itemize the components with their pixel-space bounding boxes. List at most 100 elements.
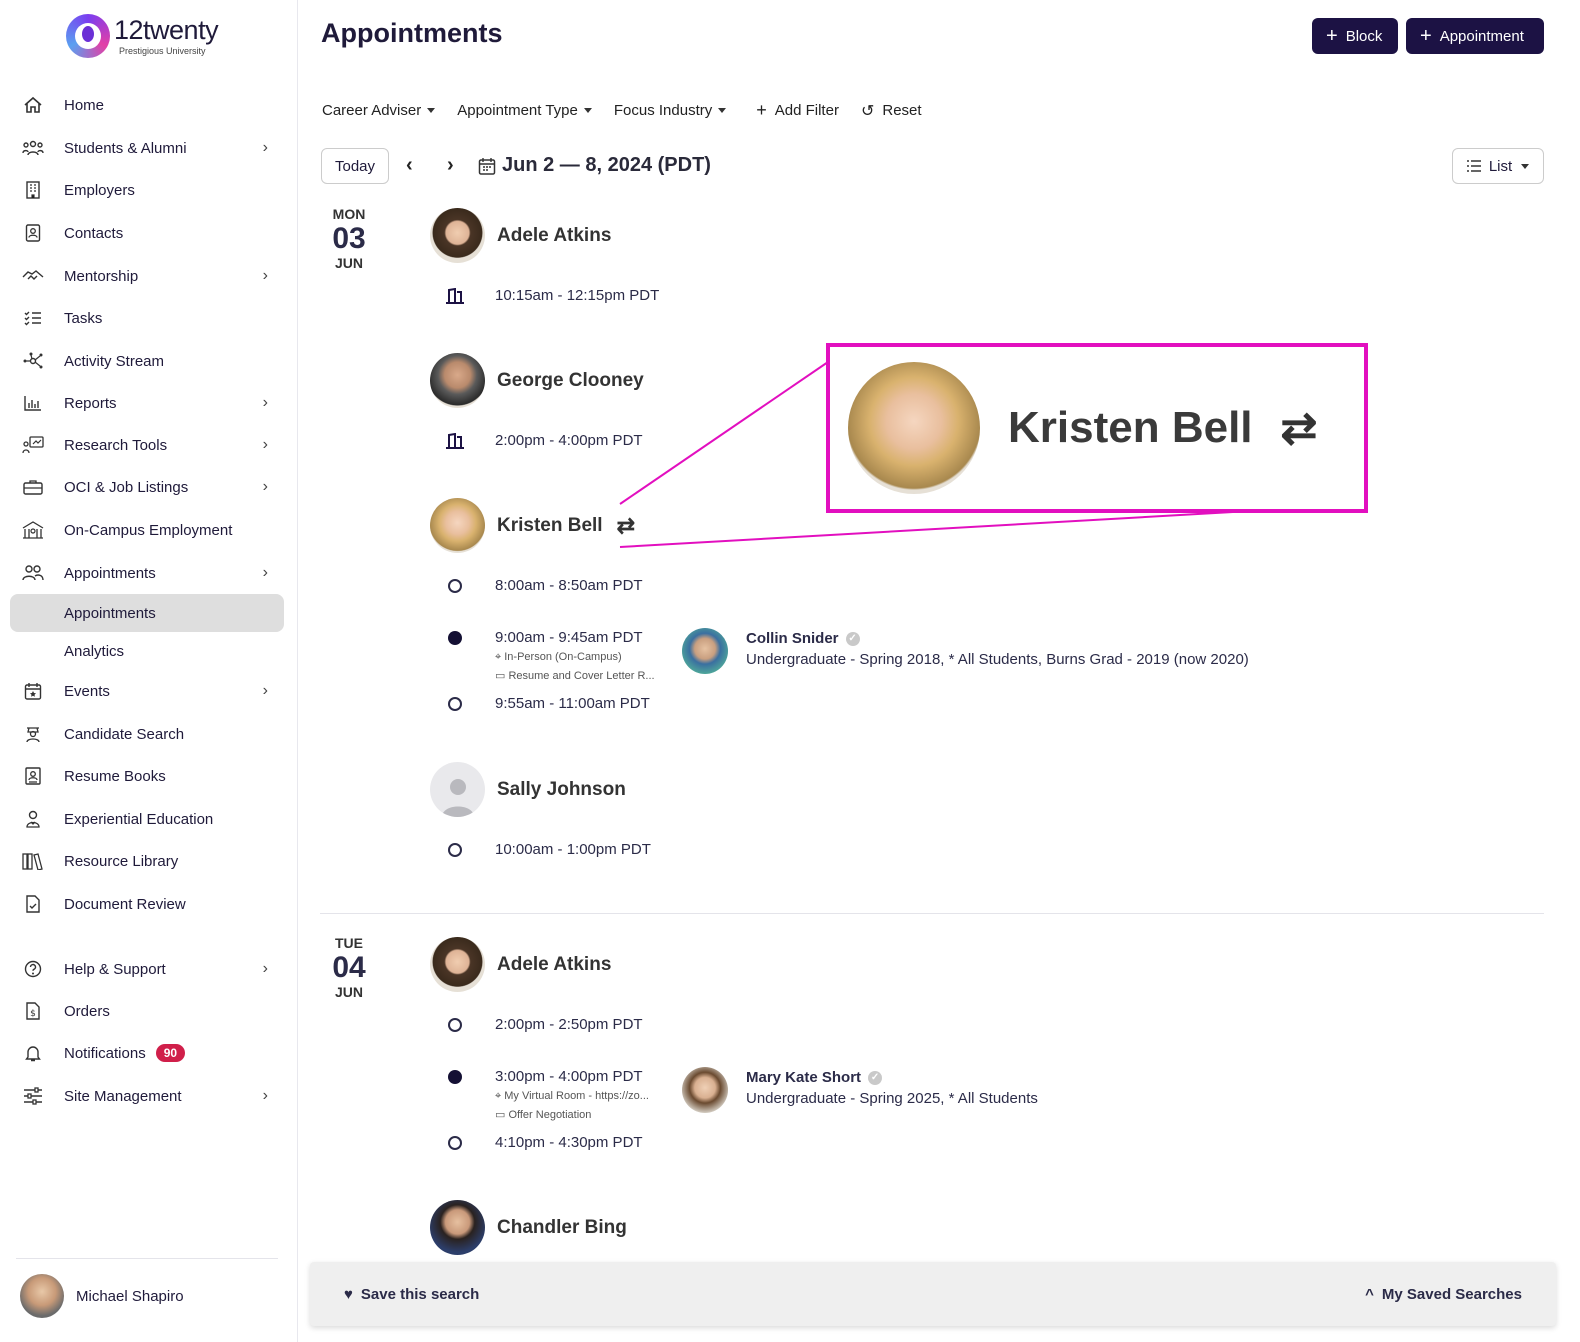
sidebar-item-help-support[interactable]: Help & Support ›: [10, 950, 284, 988]
open-slot-icon: [445, 840, 465, 860]
today-button[interactable]: Today: [321, 148, 389, 184]
callout-adviser-name: Kristen Bell: [1008, 403, 1253, 452]
brand-logo[interactable]: 12twenty Prestigious University: [66, 14, 219, 58]
day-header: TUE 04 JUN: [320, 935, 378, 1000]
adviser-row[interactable]: Sally Johnson: [430, 762, 626, 817]
day-divider: [320, 913, 1544, 914]
sidebar-item-resume-books[interactable]: Resume Books: [10, 757, 284, 795]
swap-icon[interactable]: ⇄: [617, 513, 635, 539]
student-info[interactable]: Mary Kate Short ✓ Undergraduate - Spring …: [682, 1067, 1038, 1113]
slot-time: 10:00am - 1:00pm PDT: [495, 841, 651, 858]
save-search-button[interactable]: ♥ Save this search: [344, 1286, 479, 1303]
sidebar-item-site-management[interactable]: Site Management ›: [10, 1077, 284, 1115]
add-appointment-button[interactable]: + Appointment: [1406, 18, 1544, 54]
booked-slot[interactable]: 9:00am - 9:45am PDT ⌖ In-Person (On-Camp…: [445, 628, 655, 686]
sidebar-item-orders[interactable]: $ Orders: [10, 992, 284, 1030]
sidebar-item-home[interactable]: Home: [10, 86, 284, 124]
chevron-up-icon: ^: [1365, 1285, 1374, 1303]
resume-book-icon: [20, 765, 46, 787]
date-range-picker[interactable]: Jun 2 — 8, 2024 (PDT): [478, 154, 711, 177]
reset-button[interactable]: ↺ Reset: [861, 101, 922, 121]
availability-slot[interactable]: 4:10pm - 4:30pm PDT: [445, 1133, 643, 1153]
availability-slot[interactable]: 2:00pm - 4:00pm PDT: [445, 431, 643, 451]
sidebar-item-notifications[interactable]: Notifications 90: [10, 1034, 284, 1072]
plus-icon: +: [1326, 25, 1338, 47]
sidebar-item-employers[interactable]: Employers: [10, 171, 284, 209]
chevron-right-icon: ›: [262, 682, 268, 699]
sidebar-item-contacts[interactable]: Contacts: [10, 214, 284, 252]
location-text: In-Person (On-Campus): [504, 651, 622, 663]
slot-location: ⌖ My Virtual Room - https://zo...: [495, 1087, 649, 1106]
filter-label: Focus Industry: [613, 102, 713, 119]
adviser-row[interactable]: George Clooney: [430, 353, 644, 408]
sidebar-item-label: Research Tools: [64, 436, 168, 454]
office-door-icon: [445, 286, 465, 306]
my-saved-searches-button[interactable]: ^ My Saved Searches: [1365, 1286, 1522, 1303]
availability-slot[interactable]: 10:00am - 1:00pm PDT: [445, 840, 651, 860]
sidebar-subitem-appointments[interactable]: Appointments: [10, 594, 284, 632]
slot-time: 4:10pm - 4:30pm PDT: [495, 1134, 643, 1151]
add-filter-button[interactable]: + Add Filter: [756, 100, 839, 121]
sidebar-item-document-review[interactable]: Document Review: [10, 885, 284, 923]
booked-slot[interactable]: 3:00pm - 4:00pm PDT ⌖ My Virtual Room - …: [445, 1067, 649, 1125]
sidebar-item-appointments[interactable]: Appointments ›: [10, 554, 284, 592]
sidebar-item-label: On-Campus Employment: [64, 521, 233, 539]
sidebar-subitem-analytics[interactable]: Analytics: [10, 632, 284, 670]
availability-slot[interactable]: 9:55am - 11:00am PDT: [445, 694, 650, 714]
adviser-row[interactable]: Kristen Bell ⇄: [430, 498, 635, 553]
chevron-right-icon: ›: [262, 564, 268, 581]
sidebar-item-label: Events: [64, 682, 110, 700]
network-icon: [20, 350, 46, 372]
slot-time: 2:00pm - 2:50pm PDT: [495, 1016, 643, 1033]
focus-industry-filter[interactable]: Focus Industry: [613, 102, 727, 119]
sidebar-item-reports[interactable]: Reports ›: [10, 384, 284, 422]
filter-label: Appointment Type: [457, 102, 578, 119]
view-mode-dropdown[interactable]: List: [1452, 148, 1544, 184]
sidebar-item-label: Resume Books: [64, 767, 166, 785]
career-adviser-filter[interactable]: Career Adviser: [322, 102, 436, 119]
library-icon: [20, 850, 46, 872]
user-profile[interactable]: Michael Shapiro: [20, 1274, 184, 1318]
next-week-button[interactable]: ›: [447, 154, 454, 177]
sidebar-item-experiential-education[interactable]: Experiential Education: [10, 800, 284, 838]
sidebar-item-oci-job-listings[interactable]: OCI & Job Listings ›: [10, 468, 284, 506]
help-icon: [20, 958, 46, 980]
avatar: [430, 208, 485, 263]
calendar-star-icon: [20, 680, 46, 702]
adviser-name: Adele Atkins: [497, 953, 612, 975]
sidebar-item-label: Tasks: [64, 309, 103, 327]
adviser-row[interactable]: Adele Atkins: [430, 937, 611, 992]
student-name: Collin Snider: [746, 630, 839, 647]
sidebar-item-mentorship[interactable]: Mentorship ›: [10, 257, 284, 295]
adviser-row[interactable]: Adele Atkins: [430, 208, 611, 263]
sidebar-item-on-campus-employment[interactable]: On-Campus Employment: [10, 511, 284, 549]
availability-slot[interactable]: 10:15am - 12:15pm PDT: [445, 286, 659, 306]
my-saved-searches-label: My Saved Searches: [1381, 1285, 1522, 1303]
sidebar-item-label: Notifications: [64, 1044, 146, 1062]
sidebar-item-research-tools[interactable]: Research Tools ›: [10, 426, 284, 464]
sidebar-item-label: Analytics: [64, 642, 125, 660]
adviser-row[interactable]: Chandler Bing: [430, 1200, 627, 1255]
sidebar-item-tasks[interactable]: Tasks: [10, 299, 284, 337]
student-info[interactable]: Collin Snider ✓ Undergraduate - Spring 20…: [682, 628, 1249, 674]
appointment-type-filter[interactable]: Appointment Type: [457, 102, 592, 119]
sidebar-item-candidate-search[interactable]: Candidate Search: [10, 715, 284, 753]
swap-icon: ⇄: [1280, 403, 1318, 453]
checklist-icon: [20, 307, 46, 329]
slot-time: 2:00pm - 4:00pm PDT: [495, 432, 643, 449]
availability-slot[interactable]: 2:00pm - 2:50pm PDT: [445, 1015, 643, 1035]
candidate-search-icon: [20, 723, 46, 745]
block-button-label: Block: [1345, 27, 1383, 45]
sidebar-item-activity-stream[interactable]: Activity Stream: [10, 342, 284, 380]
add-filter-label: Add Filter: [774, 102, 839, 119]
block-button[interactable]: + Block: [1312, 18, 1398, 54]
chevron-right-icon: ›: [262, 1087, 268, 1104]
availability-slot[interactable]: 8:00am - 8:50am PDT: [445, 576, 643, 596]
sidebar-item-students-alumni[interactable]: Students & Alumni ›: [10, 129, 284, 167]
sidebar-item-label: Employers: [64, 181, 135, 199]
sidebar-item-events[interactable]: Events ›: [10, 672, 284, 710]
sidebar-item-resource-library[interactable]: Resource Library: [10, 842, 284, 880]
reset-label: Reset: [882, 102, 922, 119]
previous-week-button[interactable]: ‹: [406, 154, 413, 177]
today-button-label: Today: [334, 157, 376, 175]
